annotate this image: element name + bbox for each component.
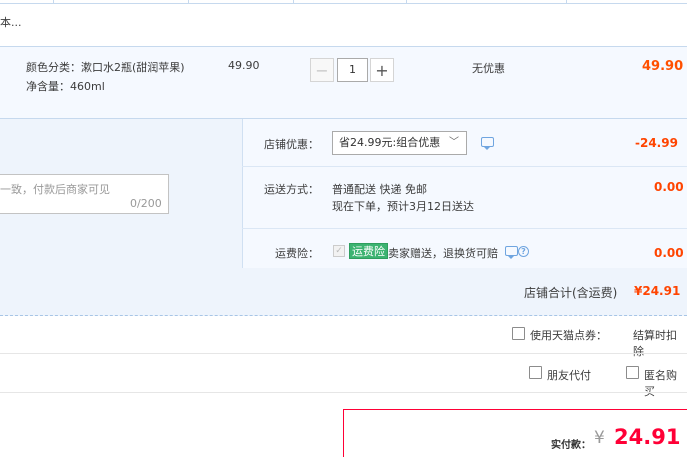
shop-total-value: ¥24.91 bbox=[634, 284, 681, 298]
divider bbox=[0, 392, 687, 393]
anonymous-label: 匿名购买 bbox=[644, 369, 677, 398]
chevron-down-icon: ﹀ bbox=[449, 137, 459, 148]
header-separator bbox=[566, 0, 567, 4]
chat-icon[interactable] bbox=[481, 137, 494, 150]
buyer-message-placeholder: 一致，付款后商家可见 bbox=[0, 183, 110, 196]
shop-total-label: 店铺合计(含运费) bbox=[524, 286, 618, 300]
buyer-message-counter: 0/200 bbox=[130, 197, 162, 210]
unit-price: 49.90 bbox=[228, 59, 260, 72]
tmall-points-label: 使用天猫点券： bbox=[530, 329, 607, 342]
item-title-fragment[interactable]: 本... bbox=[0, 14, 22, 30]
anonymous-checkbox[interactable] bbox=[626, 366, 639, 379]
table-header-strip bbox=[0, 0, 687, 4]
quantity-minus-button[interactable]: − bbox=[310, 58, 334, 82]
chat-icon[interactable] bbox=[505, 246, 518, 259]
friend-pay-checkbox[interactable] bbox=[529, 366, 542, 379]
item-total-price: 49.90 bbox=[642, 59, 684, 74]
shop-discount-select[interactable]: 省24.99元:组合优惠 ﹀ bbox=[332, 131, 467, 155]
item-attr-volume: 净含量：460ml bbox=[26, 80, 105, 93]
insurance-value: 0.00 bbox=[654, 246, 684, 260]
shipping-eta: 现在下单，预计3月12日送达 bbox=[332, 200, 474, 213]
tmall-points-checkbox[interactable] bbox=[512, 327, 525, 340]
header-separator bbox=[53, 0, 54, 4]
row-divider bbox=[242, 166, 687, 167]
row-divider bbox=[242, 228, 687, 229]
header-separator bbox=[188, 0, 189, 4]
payment-label: 实付款： bbox=[551, 440, 591, 451]
shop-discount-selected: 省24.99元:组合优惠 bbox=[339, 136, 441, 149]
shipping-method: 普通配送 快递 免邮 bbox=[332, 183, 427, 196]
quantity-input[interactable]: 1 bbox=[337, 58, 368, 82]
friend-pay-label: 朋友代付 bbox=[547, 369, 591, 382]
payment-currency: ¥ bbox=[594, 428, 605, 448]
payment-amount: 24.91 bbox=[614, 425, 681, 449]
tmall-points-note: 结算时扣除 bbox=[633, 329, 677, 358]
item-discount: 无优惠 bbox=[472, 62, 505, 75]
shop-discount-label: 店铺优惠： bbox=[264, 138, 319, 151]
insurance-checkbox: ✓ bbox=[333, 245, 345, 257]
divider bbox=[0, 353, 687, 354]
item-attr-color: 颜色分类：漱口水2瓶(甜润苹果) bbox=[26, 61, 185, 74]
header-separator bbox=[406, 0, 407, 4]
header-separator bbox=[293, 0, 294, 4]
insurance-label: 运费险： bbox=[275, 247, 319, 260]
quantity-plus-button[interactable]: + bbox=[370, 58, 394, 82]
help-icon[interactable]: ? bbox=[518, 246, 529, 257]
shipping-value: 0.00 bbox=[654, 180, 684, 194]
insurance-desc: 卖家赠送，退换货可赔 bbox=[388, 247, 498, 260]
shipping-label: 运送方式： bbox=[264, 183, 319, 196]
insurance-badge: 运费险 bbox=[349, 243, 388, 259]
shop-discount-value: -24.99 bbox=[635, 136, 678, 150]
